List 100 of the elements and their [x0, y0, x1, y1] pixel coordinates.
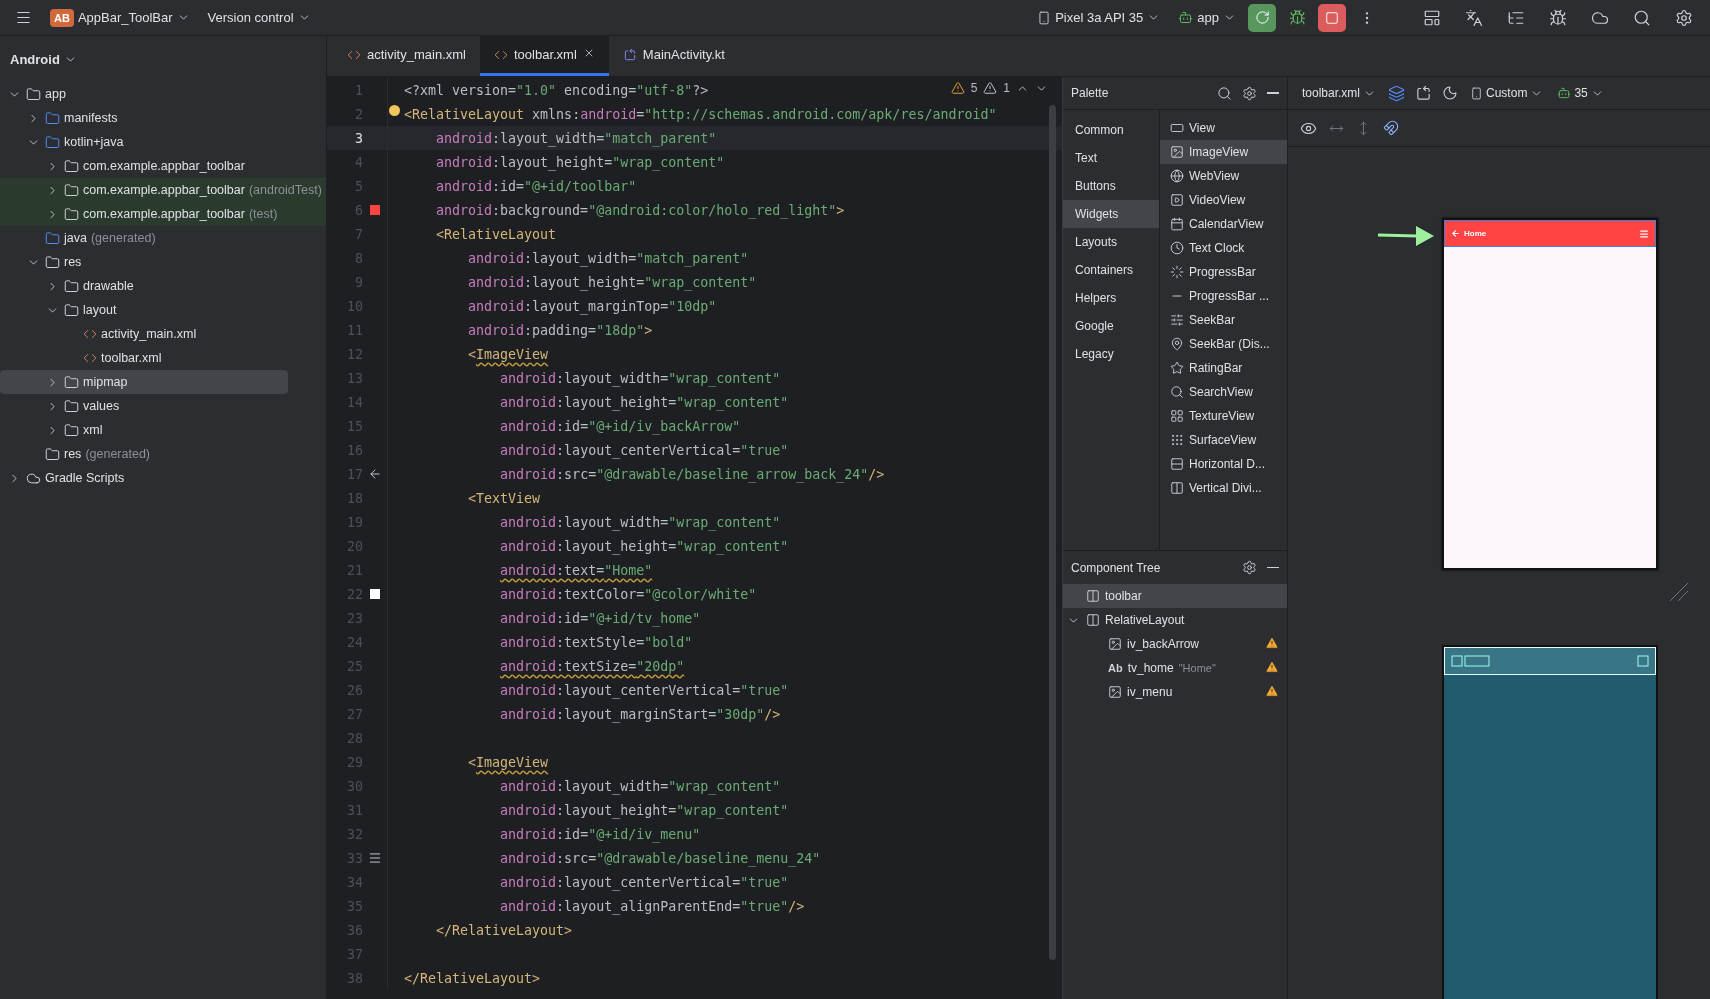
tree-item[interactable]: values	[0, 394, 326, 418]
color-swatch[interactable]	[370, 589, 380, 599]
version-control-dropdown[interactable]: Version control	[201, 6, 317, 29]
code-line: android:layout_marginStart="30dp"/>	[500, 706, 781, 722]
device-dropdown[interactable]: Pixel 3a API 35	[1031, 6, 1167, 29]
palette-category[interactable]: Layouts	[1063, 228, 1159, 256]
code-line: </RelativeLayout>	[436, 922, 573, 938]
palette-item[interactable]: Text Clock	[1160, 236, 1287, 260]
tree-item[interactable]: Gradle Scripts	[0, 466, 326, 490]
tree-item[interactable]: mipmap	[0, 370, 288, 394]
minimize-icon[interactable]	[1267, 566, 1279, 569]
package-folder-icon	[64, 278, 79, 294]
palette-category[interactable]: Text	[1063, 144, 1159, 172]
folder-icon	[45, 110, 60, 126]
palette-item[interactable]: SearchView	[1160, 380, 1287, 404]
tree-item[interactable]: toolbar.xml	[0, 346, 326, 370]
api-level-dropdown[interactable]: 35	[1555, 84, 1606, 102]
blueprint-image-drawing	[1637, 654, 1651, 668]
project-dropdown[interactable]: AB AppBar_ToolBar	[44, 4, 196, 31]
component-tree-item[interactable]: iv_menu	[1063, 680, 1287, 704]
code-line: android:src="@drawable/baseline_menu_24"	[500, 850, 821, 866]
image-icon	[1170, 145, 1184, 159]
palette-category[interactable]: Google	[1063, 312, 1159, 340]
tree-item-note: (generated)	[90, 231, 156, 245]
tree-item[interactable]: xml	[0, 418, 326, 442]
search-icon	[1217, 85, 1232, 101]
code-line: android:layout_width="match_parent"	[468, 250, 749, 266]
palette-item[interactable]: View	[1160, 116, 1287, 140]
palette-category[interactable]: Legacy	[1063, 340, 1159, 368]
palette-item[interactable]: WebView	[1160, 164, 1287, 188]
palette-category[interactable]: Common	[1063, 116, 1159, 144]
lightbulb-icon[interactable]	[389, 105, 400, 116]
component-tree-item[interactable]: iv_backArrow	[1063, 632, 1287, 656]
palette-category[interactable]: Buttons	[1063, 172, 1159, 200]
component-tree-item[interactable]: toolbar	[1063, 584, 1287, 608]
palette-category[interactable]: Helpers	[1063, 284, 1159, 312]
palette-item[interactable]: RatingBar	[1160, 356, 1287, 380]
component-note: "Home"	[1178, 662, 1216, 674]
module-folder-icon	[26, 86, 41, 102]
tree-item[interactable]: com.example.appbar_toolbar	[0, 154, 326, 178]
palette-item[interactable]: ProgressBar	[1160, 260, 1287, 284]
palette-item[interactable]: SeekBar (Dis...	[1160, 332, 1287, 356]
palette-item[interactable]: TextureView	[1160, 404, 1287, 428]
slider-icon	[1170, 313, 1184, 327]
tree-item[interactable]: manifests	[0, 106, 326, 130]
palette-item[interactable]: Vertical Divi...	[1160, 476, 1287, 500]
code-line: android:layout_centerVertical="true"	[500, 874, 789, 890]
code-line: android:layout_height="wrap_content"	[500, 802, 789, 818]
code-line: <ImageView	[468, 346, 549, 362]
tree-item[interactable]: kotlin+java	[0, 130, 326, 154]
palette-item[interactable]: CalendarView	[1160, 212, 1287, 236]
palette-category[interactable]: Containers	[1063, 256, 1159, 284]
layers-icon	[1388, 84, 1406, 102]
code-line: android:id="@+id/tv_home"	[500, 610, 701, 626]
text-type-icon: Ab	[1108, 662, 1123, 674]
editor-tab[interactable]: activity_main.xml	[333, 36, 480, 76]
tree-item[interactable]: activity_main.xml	[0, 322, 326, 346]
palette-item[interactable]: ProgressBar ...	[1160, 284, 1287, 308]
tree-item[interactable]: res (generated)	[0, 442, 326, 466]
blueprint-preview[interactable]	[1442, 645, 1658, 999]
editor-tab[interactable]: MainActivity.kt	[608, 36, 739, 76]
android-icon	[1178, 10, 1194, 25]
menu-icon	[14, 9, 32, 26]
palette-item[interactable]: SeekBar	[1160, 308, 1287, 332]
tree-item[interactable]: com.example.appbar_toolbar (androidTest)	[0, 178, 326, 202]
tree-item[interactable]: layout	[0, 298, 326, 322]
tree-item[interactable]: java (generated)	[0, 226, 326, 250]
project-view-dropdown[interactable]: Android	[0, 36, 87, 82]
tree-item[interactable]: com.example.appbar_toolbar (test)	[0, 202, 326, 226]
palette-item[interactable]: Horizontal D...	[1160, 452, 1287, 476]
tree-item[interactable]: drawable	[0, 274, 326, 298]
component-tree-item[interactable]: RelativeLayout	[1063, 608, 1287, 632]
component-tree-item[interactable]: Ab tv_home "Home"	[1063, 656, 1287, 680]
package-folder-icon	[64, 302, 79, 318]
translate-icon	[1465, 8, 1483, 27]
warning-icon	[950, 81, 965, 95]
pin-icon	[1170, 337, 1184, 351]
code-line: android:layout_centerVertical="true"	[500, 442, 789, 458]
rerun-button[interactable]	[1248, 3, 1276, 32]
layout-file-dropdown[interactable]: toolbar.xml	[1300, 84, 1379, 102]
run-config-dropdown[interactable]: app	[1172, 6, 1242, 29]
rerun-icon	[1254, 10, 1270, 25]
palette-item[interactable]: SurfaceView	[1160, 428, 1287, 452]
clock-icon	[1170, 241, 1184, 255]
phone-icon	[1037, 10, 1052, 25]
scrollbar-thumb[interactable]	[1049, 105, 1056, 960]
editor-tab[interactable]: toolbar.xml	[479, 36, 609, 76]
palette-category[interactable]: Widgets	[1063, 200, 1159, 228]
stop-button[interactable]	[1318, 3, 1346, 32]
blueprint-widgets-drawing	[1451, 654, 1491, 668]
device-size-dropdown[interactable]: Custom	[1468, 84, 1546, 102]
tree-item[interactable]: app	[0, 82, 326, 106]
color-swatch[interactable]	[370, 205, 380, 215]
warning-icon	[1265, 659, 1279, 674]
palette-item[interactable]: ImageView	[1160, 140, 1287, 164]
tree-item[interactable]: res	[0, 250, 326, 274]
project-badge: AB	[50, 8, 74, 27]
folder-icon	[45, 134, 60, 150]
palette-item[interactable]: VideoView	[1160, 188, 1287, 212]
package-folder-icon	[64, 374, 79, 390]
